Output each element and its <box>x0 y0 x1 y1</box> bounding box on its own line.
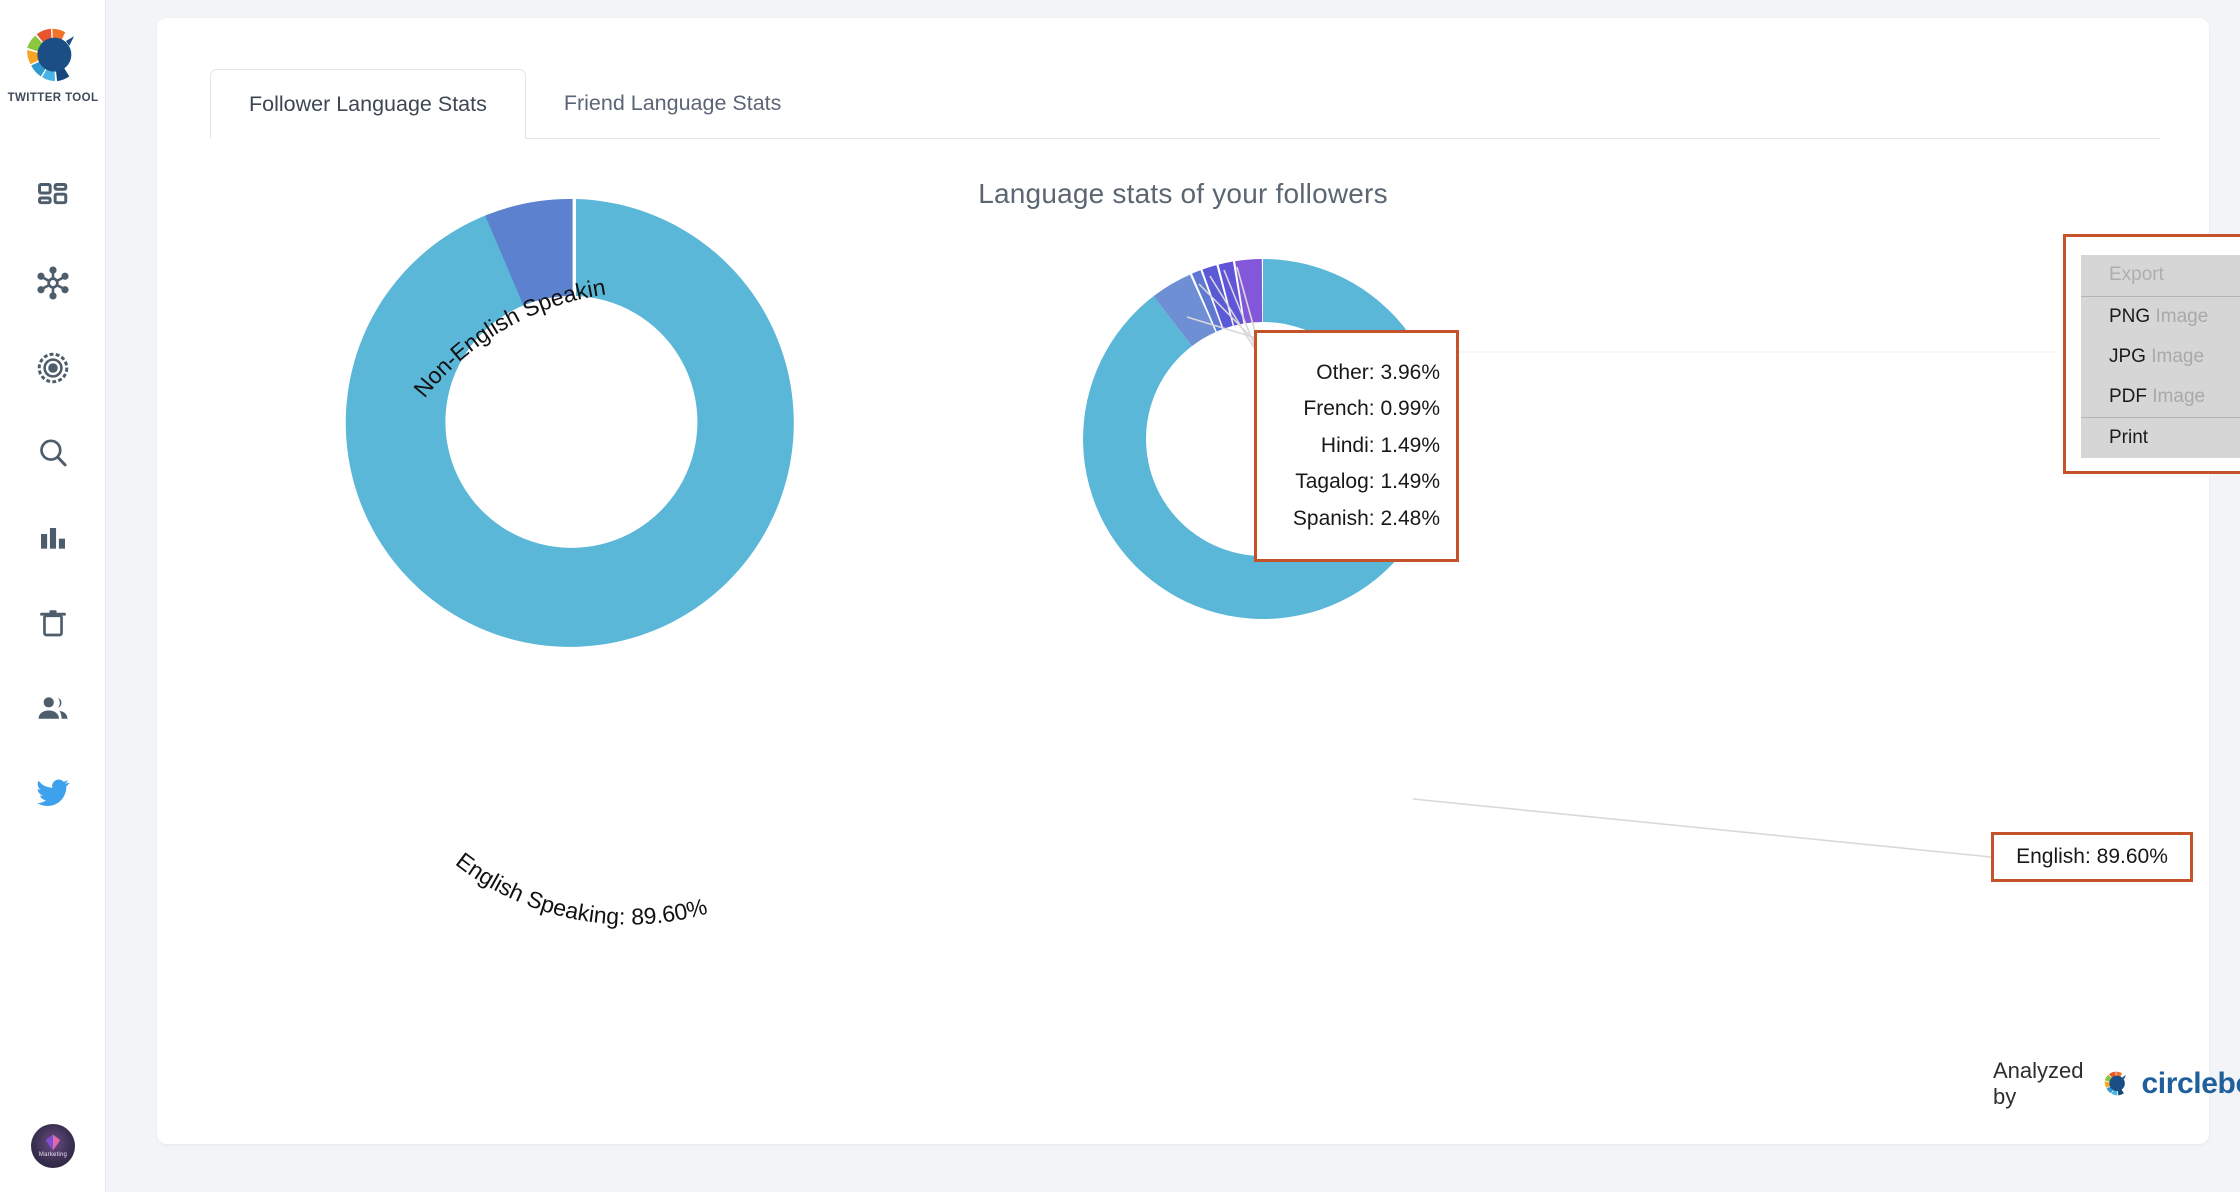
sidebar: TWITTER TOOL Marketing <box>0 0 106 1192</box>
sidebar-item-delete[interactable] <box>0 580 106 665</box>
slice-spanish <box>1235 259 1263 324</box>
donut-chart-summary <box>345 198 794 647</box>
dashboard-grid-icon <box>38 182 68 204</box>
callout-english: English: 89.60% <box>1991 832 2193 882</box>
bar-chart-icon <box>41 527 65 549</box>
sidebar-item-dashboard[interactable] <box>0 155 106 240</box>
sidebar-item-target[interactable] <box>0 325 106 410</box>
circleboom-logo-icon <box>27 28 75 82</box>
trash-icon <box>40 609 66 636</box>
export-menu-highlight: Export PNG Image JPG Image PDF Image Pri… <box>2063 234 2240 474</box>
callout-line-spanish: Spanish: 2.48% <box>1292 506 1440 530</box>
tab-label: Follower Language Stats <box>249 91 487 116</box>
sidebar-item-users[interactable] <box>0 665 106 750</box>
avatar-label: Marketing <box>38 1152 68 1158</box>
export-png-label: PNG <box>2109 306 2151 327</box>
slice-french <box>1192 270 1223 332</box>
slice-non-english-speaking <box>485 198 573 306</box>
tab-friend-language-stats[interactable]: Friend Language Stats <box>526 68 820 138</box>
tab-bar: Follower Language Stats Friend Language … <box>210 68 2160 139</box>
export-png-item[interactable]: PNG Image <box>2081 297 2240 337</box>
sidebar-item-network[interactable] <box>0 240 106 325</box>
app-root: TWITTER TOOL Marketing Follower Language… <box>0 0 2240 1192</box>
search-icon <box>40 438 67 466</box>
target-gear-icon <box>37 352 69 383</box>
callout-line-french: French: 0.99% <box>1303 397 1440 421</box>
sidebar-brand[interactable]: TWITTER TOOL <box>0 22 106 104</box>
export-jpg-label: JPG <box>2109 346 2146 367</box>
slice-english-speaking <box>345 199 794 647</box>
tab-label: Friend Language Stats <box>563 90 782 115</box>
slice-other <box>1153 274 1216 347</box>
export-png-sub: Image <box>2155 306 2209 327</box>
curved-label-english: English Speaking: 89.60% <box>451 847 709 930</box>
slice-hindi <box>1202 265 1233 329</box>
slice-tagalog <box>1218 261 1244 326</box>
tab-follower-language-stats[interactable]: Follower Language Stats <box>210 69 526 139</box>
users-icon <box>38 696 68 719</box>
gem-icon <box>45 1134 61 1151</box>
callout-line-other: Other: 3.96% <box>1316 360 1440 384</box>
avatar[interactable]: Marketing <box>31 1124 75 1168</box>
export-menu: Export PNG Image JPG Image PDF Image Pri… <box>2081 255 2240 458</box>
analyzed-by-credit: Analyzed by circleboom <box>1993 1058 2240 1110</box>
main-card: Follower Language Stats Friend Language … <box>157 18 2240 1144</box>
sidebar-item-search[interactable] <box>0 410 106 495</box>
circleboom-logo-icon <box>2104 1071 2126 1096</box>
sidebar-item-analytics[interactable] <box>0 495 106 580</box>
export-pdf-item[interactable]: PDF Image <box>2081 377 2240 417</box>
circleboom-wordmark: circleboom <box>2141 1067 2240 1100</box>
export-pdf-label: PDF <box>2109 386 2147 407</box>
sidebar-nav <box>0 155 106 835</box>
callout-line-hindi: Hindi: 1.49% <box>1320 433 1440 457</box>
export-menu-header: Export <box>2081 255 2240 297</box>
analyzed-by-text: Analyzed by <box>1993 1058 2084 1109</box>
network-nodes-icon <box>37 266 69 299</box>
brand-label: TWITTER TOOL <box>7 92 99 104</box>
callout-line-english: English: 89.60% <box>2016 844 2168 868</box>
twitter-bird-icon <box>37 779 70 806</box>
export-print-item[interactable]: Print <box>2081 417 2240 458</box>
callout-language-breakdown: Other: 3.96% French: 0.99% Hindi: 1.49% … <box>1254 330 1459 562</box>
sidebar-item-twitter[interactable] <box>0 750 106 835</box>
callout-line-tagalog: Tagalog: 1.49% <box>1295 470 1440 494</box>
chart-title: Language stats of your followers <box>978 178 1388 209</box>
export-pdf-sub: Image <box>2152 386 2206 407</box>
export-jpg-item[interactable]: JPG Image <box>2081 337 2240 377</box>
export-jpg-sub: Image <box>2151 346 2205 367</box>
